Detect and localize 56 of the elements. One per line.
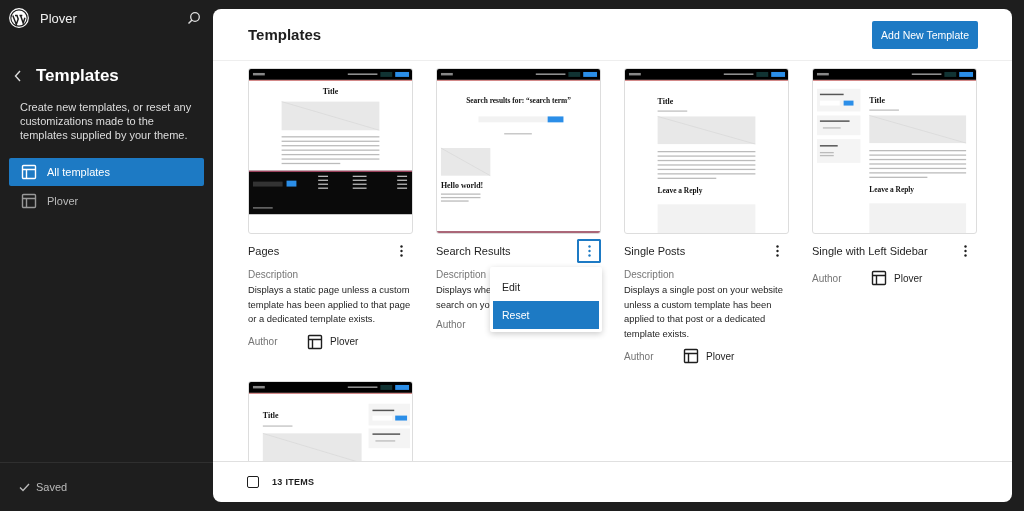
layout-icon: [871, 270, 887, 286]
search-icon[interactable]: [187, 11, 201, 25]
preview-heading: Title: [869, 95, 885, 105]
author-name: Plover: [330, 336, 359, 347]
template-description: Displays a static page unless a custom template has been applied to that page or a dedicated template exists.: [248, 283, 411, 326]
text-line: [504, 133, 532, 135]
site-title: Plover: [40, 10, 78, 26]
template-name[interactable]: Search Results: [436, 245, 511, 257]
author-label: Author: [248, 336, 279, 347]
page-title: Templates: [248, 26, 322, 43]
wordpress-logo[interactable]: [9, 8, 29, 28]
preview-heading: Title: [322, 86, 339, 96]
image-placeholder: [440, 147, 491, 176]
author-name: Plover: [706, 350, 735, 362]
author-label: Author: [624, 350, 655, 362]
sidebar-widgets-drawing: [368, 403, 410, 449]
preview-heading: Title: [657, 96, 674, 106]
template-name[interactable]: Single Posts: [624, 245, 686, 257]
sidebar-item[interactable]: Plover: [9, 187, 204, 215]
more-icon: [963, 245, 967, 257]
template-preview[interactable]: Title: [248, 381, 413, 461]
template-name[interactable]: Single with Left Sidebar: [812, 245, 928, 257]
layout-icon: [683, 348, 699, 364]
template-description: Displays a single post on your website unless a custom template has been applied to that post or a dedicated template exists.: [624, 283, 783, 341]
text-line: [657, 110, 688, 112]
more-icon: [775, 245, 779, 257]
more-icon: [587, 245, 591, 257]
menu-item[interactable]: Reset: [493, 301, 599, 329]
layout-icon: [21, 193, 37, 209]
sidebar-title: Templates: [36, 66, 119, 86]
author-label: Author: [436, 319, 467, 330]
layout-icon: [21, 164, 37, 180]
back-icon[interactable]: [14, 70, 22, 82]
save-status: Saved: [36, 481, 68, 493]
layout-icon: [307, 333, 323, 350]
description-label: Description: [436, 269, 488, 280]
preview-heading: Title: [262, 410, 279, 420]
template-preview[interactable]: Title: [248, 68, 413, 234]
menu-item[interactable]: Edit: [493, 273, 599, 301]
preview-post-title: Hello world!: [440, 180, 484, 190]
text-lines-drawing: [440, 193, 481, 202]
author-label: Author: [812, 272, 843, 284]
sidebar-item[interactable]: All templates: [9, 158, 204, 186]
select-all-checkbox[interactable]: [247, 476, 259, 488]
text-line: [262, 425, 293, 427]
item-count: 13 ITEMS: [272, 477, 315, 487]
add-template-button[interactable]: Add New Template: [872, 20, 978, 49]
text-line: [869, 109, 899, 111]
more-options-button[interactable]: [577, 239, 601, 263]
description-label: Description: [248, 269, 300, 280]
more-icon: [399, 245, 403, 257]
sidebar-description: Create new templates, or reset any customizations made to the templates supplied by your theme.: [20, 100, 193, 142]
template-name[interactable]: Pages: [248, 245, 280, 257]
description-label: Description: [624, 269, 676, 280]
author-name: Plover: [894, 272, 923, 284]
check-icon: [19, 482, 30, 492]
